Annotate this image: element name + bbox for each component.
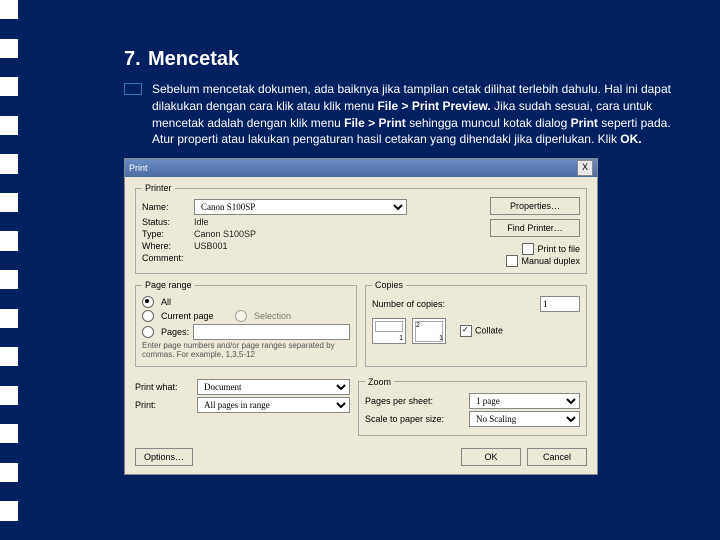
zoom-group: Zoom Pages per sheet: 1 page Scale to pa… (358, 377, 587, 436)
slide-heading: 7.Mencetak (124, 48, 684, 71)
printer-group: Printer Name: Canon S100SP Status:Idle T… (135, 183, 587, 274)
print-to-file[interactable]: Print to file (522, 244, 580, 254)
ok-button[interactable]: OK (461, 448, 521, 466)
page-range-group: Page range All Current page Selection Pa… (135, 280, 357, 367)
bullet-icon (124, 83, 142, 95)
cancel-button[interactable]: Cancel (527, 448, 587, 466)
radio-pages[interactable] (142, 326, 154, 338)
collate-icon (372, 318, 406, 344)
printer-name-select[interactable]: Canon S100SP (194, 199, 407, 215)
print-what-select[interactable]: Document (197, 379, 350, 395)
find-printer-button[interactable]: Find Printer… (490, 219, 580, 237)
dialog-titlebar: Print X (125, 159, 597, 177)
dialog-title: Print (129, 163, 148, 173)
print-dialog: Print X Printer Name: Canon S100SP Statu… (124, 158, 598, 475)
copies-input[interactable] (540, 296, 580, 312)
pages-per-sheet-select[interactable]: 1 page (469, 393, 580, 409)
options-button[interactable]: Options… (135, 448, 193, 466)
manual-duplex[interactable]: Manual duplex (506, 256, 580, 266)
radio-current[interactable] (142, 310, 154, 322)
slide-content: 7.Mencetak Sebelum mencetak dokumen, ada… (124, 48, 684, 475)
radio-all[interactable] (142, 296, 154, 308)
scale-select[interactable]: No Scaling (469, 411, 580, 427)
range-hint: Enter page numbers and/or page ranges se… (142, 342, 350, 360)
collate-check[interactable]: Collate (460, 325, 503, 337)
paragraph: Sebelum mencetak dokumen, ada baiknya ji… (152, 81, 684, 148)
copies-group: Copies Number of copies: Collate (365, 280, 587, 367)
radio-selection[interactable] (235, 310, 247, 322)
slide-body: Sebelum mencetak dokumen, ada baiknya ji… (124, 81, 684, 148)
collate-icon (412, 318, 446, 344)
properties-button[interactable]: Properties… (490, 197, 580, 215)
print-select[interactable]: All pages in range (197, 397, 350, 413)
pages-input[interactable] (193, 324, 350, 340)
close-icon[interactable]: X (577, 160, 593, 176)
